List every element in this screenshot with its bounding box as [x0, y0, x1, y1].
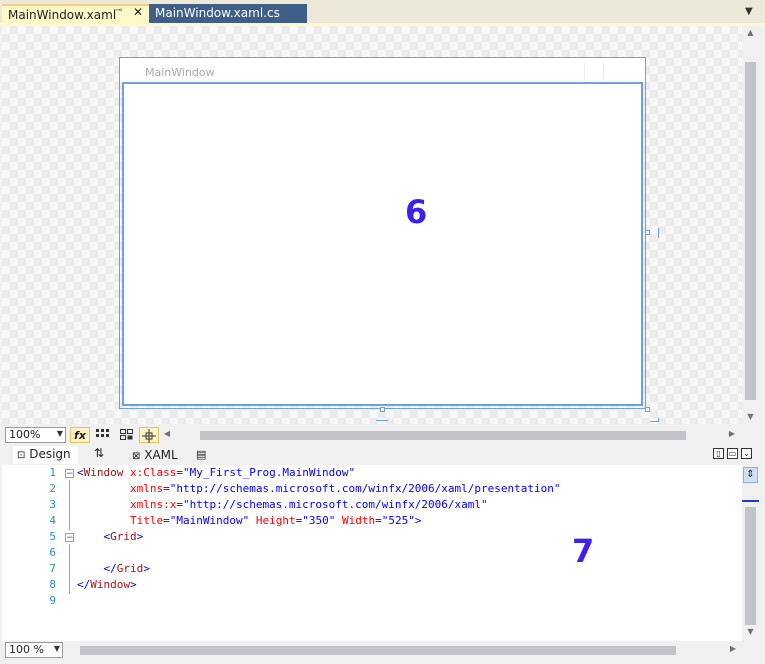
code-line: xmlns:x="http://schemas.microsoft.com/wi…: [129, 498, 488, 511]
scroll-thumb[interactable]: [200, 431, 686, 440]
close-icon[interactable]: ✕: [133, 5, 143, 19]
vertical-split-icon[interactable]: ▯: [713, 448, 724, 459]
tab-design[interactable]: ⊡ Design: [13, 446, 78, 464]
line-number: 9: [49, 594, 56, 607]
code-line: xmlns="http://schemas.microsoft.com/winf…: [129, 482, 561, 495]
tab-label: Design: [29, 447, 71, 461]
crosshair-icon: [142, 429, 156, 443]
collapse-pane-icon[interactable]: ⌄: [741, 448, 752, 459]
code-line: </Grid>: [103, 562, 150, 575]
resize-handle-corner[interactable]: [645, 407, 650, 412]
scroll-down-icon[interactable]: ▼: [742, 412, 759, 421]
zoom-value: 100%: [9, 428, 41, 441]
editor-zoom-select[interactable]: 100 % ▼: [5, 642, 63, 658]
horizontal-split-icon[interactable]: ▭: [727, 448, 738, 459]
line-number: 7: [49, 562, 56, 575]
document-outline-icon[interactable]: ▤: [196, 448, 206, 461]
annotation-label: 7: [572, 532, 595, 570]
code-line: <Grid>: [103, 530, 144, 543]
grid-toggle-button[interactable]: [93, 427, 113, 443]
design-vertical-scrollbar[interactable]: ▲ ▼: [742, 26, 759, 424]
snap-grid-icon: [120, 429, 133, 440]
annotation-label: 6: [405, 193, 428, 231]
line-number: 2: [49, 482, 56, 495]
fold-toggle-icon[interactable]: −: [65, 533, 74, 543]
swap-panes-icon[interactable]: ⇅: [94, 446, 104, 460]
zoom-select[interactable]: 100% ▼: [5, 427, 66, 443]
effects-toggle-button[interactable]: fx: [70, 427, 90, 443]
line-number: 4: [49, 514, 56, 527]
code-line: Title="MainWindow" Height="350" Width="5…: [129, 514, 422, 527]
line-number: 8: [49, 578, 56, 591]
fold-guide: [69, 480, 70, 530]
window-title: MainWindow: [145, 66, 215, 79]
margin-adorner: [658, 228, 659, 238]
pin-icon[interactable]: ⊸: [114, 5, 122, 16]
tab-mainwindow-xaml-cs[interactable]: MainWindow.xaml.cs: [149, 4, 307, 23]
snap-to-snaplines-button[interactable]: [139, 427, 159, 443]
xaml-view-icon: ⊠: [132, 451, 141, 462]
tab-label: MainWindow.xaml: [8, 8, 117, 22]
split-view-bar: [2, 444, 765, 466]
scroll-position-marker: [742, 500, 759, 502]
resize-handle-right[interactable]: [645, 230, 650, 235]
scroll-right-icon[interactable]: ▶: [728, 644, 738, 653]
editor-horizontal-scrollbar[interactable]: ▶: [64, 643, 742, 657]
window-caption-buttons: [584, 63, 640, 99]
tab-label: MainWindow.xaml.cs: [155, 6, 280, 20]
editor-splitter-icon[interactable]: ⇕: [743, 467, 758, 483]
line-number: 5: [49, 530, 56, 543]
line-number: 1: [49, 466, 56, 479]
line-number: 3: [49, 498, 56, 511]
scroll-left-icon[interactable]: ◀: [162, 429, 172, 438]
grid-icon: [96, 429, 109, 437]
window-client-area[interactable]: [122, 82, 643, 406]
fx-icon: fx: [74, 429, 86, 442]
tab-mainwindow-xaml[interactable]: MainWindow.xaml: [2, 4, 149, 23]
scroll-down-icon[interactable]: ▼: [742, 627, 759, 636]
line-number: 6: [49, 546, 56, 559]
code-line: </Window>: [77, 578, 137, 591]
scroll-up-icon[interactable]: ▲: [742, 28, 759, 37]
resize-handle-bottom[interactable]: [380, 407, 385, 412]
code-line: <Window x:Class="My_First_Prog.MainWindo…: [77, 466, 356, 479]
size-adorner: [650, 418, 659, 422]
bottom-adorner: [376, 420, 388, 421]
design-horizontal-scrollbar[interactable]: ◀ ▶: [162, 428, 742, 442]
snap-to-grid-button[interactable]: [117, 427, 137, 443]
chevron-down-icon: ▼: [56, 429, 63, 438]
chevron-down-icon: ▼: [53, 644, 60, 653]
zoom-value: 100 %: [9, 643, 44, 656]
design-view-icon: ⊡: [17, 450, 26, 461]
scroll-thumb[interactable]: [745, 62, 756, 400]
fold-guide: [69, 544, 70, 594]
editor-vertical-scrollbar[interactable]: ▼: [742, 465, 759, 641]
dropdown-icon[interactable]: ▼: [745, 6, 753, 17]
scroll-thumb[interactable]: [745, 507, 756, 625]
tab-label: XAML: [144, 448, 178, 462]
fold-toggle-icon[interactable]: −: [65, 469, 74, 479]
scroll-right-icon[interactable]: ▶: [727, 429, 737, 438]
scroll-thumb[interactable]: [80, 646, 676, 655]
tab-xaml[interactable]: ⊠ XAML: [132, 448, 178, 462]
